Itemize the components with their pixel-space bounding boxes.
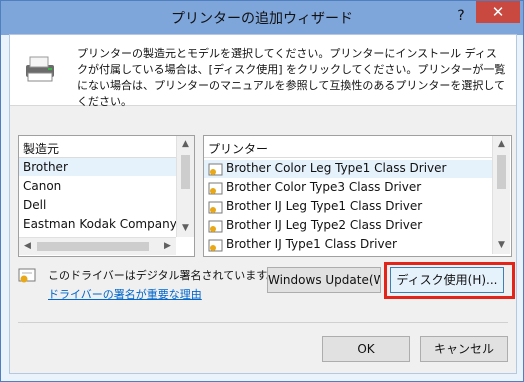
printer-item[interactable]: Brother Color Leg Type1 Class Driver [204,160,492,178]
scroll-left-arrow-icon[interactable]: ◀ [19,238,36,255]
cancel-button[interactable]: キャンセル [420,336,508,362]
help-button[interactable]: ? [450,6,472,26]
printer-vscrollbar[interactable]: ▲ ▼ [492,136,510,254]
button-separator [18,322,508,323]
scroll-up-arrow-icon[interactable]: ▲ [177,136,194,153]
intro-text: プリンターの製造元とモデルを選択してください。プリンターにインストール ディスク… [77,47,506,108]
intro-panel: プリンターの製造元とモデルを選択してください。プリンターにインストール ディスク… [10,35,516,108]
printer-driver-icon [208,182,223,195]
printer-header: プリンター [208,142,269,156]
manufacturer-item[interactable]: Canon [23,179,61,193]
manufacturer-list[interactable]: 製造元 Brother Canon Dell Eastman Kodak Com… [18,135,195,257]
manufacturer-item[interactable]: Dell [23,198,46,212]
scroll-down-arrow-icon[interactable]: ▼ [177,220,194,237]
ok-button[interactable]: OK [322,336,410,362]
title-bar[interactable]: プリンターの追加ウィザード ? ✕ [1,1,523,35]
wizard-window: プリンターの追加ウィザード ? ✕ プリンターの製造元とモデルを選択してください… [0,0,524,382]
printer-driver-icon [208,201,223,214]
printer-driver-icon [208,239,223,252]
printer-driver-icon [208,163,223,176]
printer-item[interactable]: Brother IJ Type1 Class Driver [204,236,492,254]
manufacturer-item[interactable]: Brother [19,158,176,176]
manufacturer-item[interactable]: Eastman Kodak Company [23,217,177,231]
scroll-down-arrow-icon[interactable]: ▼ [493,237,510,254]
close-button[interactable]: ✕ [476,1,520,23]
manufacturer-vscrollbar[interactable]: ▲ ▼ [176,136,194,237]
manufacturer-hscrollbar[interactable]: ◀ ▶ [19,237,176,255]
printer-item[interactable]: Brother IJ Leg Type2 Class Driver [204,217,492,235]
highlight-box [384,262,515,299]
scroll-thumb[interactable] [181,155,190,189]
printer-driver-icon [208,220,223,233]
scroll-thumb[interactable] [37,242,149,251]
certificate-icon [18,268,36,283]
signature-info-link[interactable]: ドライバーの署名が重要な理由 [48,286,202,302]
printer-list[interactable]: プリンター Brother Color Leg Type1 Class Driv… [203,135,512,257]
printer-item-label: Brother IJ Type1 Class Driver [226,237,397,251]
printer-item-label: Brother IJ Leg Type1 Class Driver [226,199,423,213]
printer-item[interactable]: Brother Color Type3 Class Driver [204,179,492,197]
scroll-right-arrow-icon[interactable]: ▶ [159,238,176,255]
scroll-thumb[interactable] [497,155,506,189]
printer-item-label: Brother Color Type3 Class Driver [226,180,422,194]
printer-item[interactable]: Brother IJ Leg Type1 Class Driver [204,198,492,216]
windows-update-button[interactable]: Windows Update(W) [267,267,381,293]
scroll-up-arrow-icon[interactable]: ▲ [493,136,510,153]
manufacturer-header: 製造元 [23,142,60,156]
printer-item-label: Brother Color Leg Type1 Class Driver [226,161,447,175]
printer-item-label: Brother IJ Leg Type2 Class Driver [226,218,423,232]
signature-status: このドライバーはデジタル署名されています。 [48,269,278,282]
printer-icon [26,56,54,82]
window-title: プリンターの追加ウィザード [171,11,353,27]
list-header-divider [204,157,492,158]
dialog-content: プリンターの製造元とモデルを選択してください。プリンターにインストール ディスク… [9,34,517,374]
